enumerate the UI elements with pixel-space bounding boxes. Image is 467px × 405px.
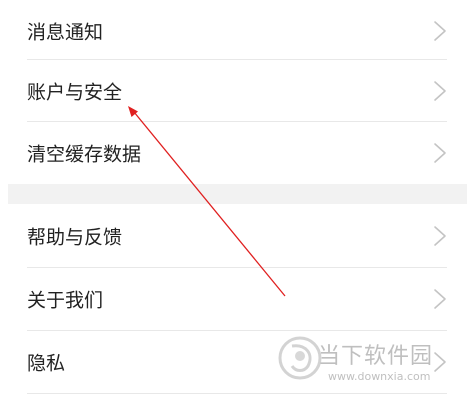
chevron-right-icon [434,81,446,101]
settings-item-notifications[interactable]: 消息通知 [0,0,467,62]
settings-item-label: 账户与安全 [27,81,123,104]
settings-item-clear-cache[interactable]: 清空缓存数据 [0,122,467,184]
chevron-right-icon [434,289,446,309]
settings-item-label: 消息通知 [27,21,104,44]
settings-item-label: 清空缓存数据 [27,143,142,166]
settings-item-about-us[interactable]: 关于我们 [0,268,467,330]
settings-item-label: 关于我们 [27,289,104,312]
chevron-right-icon [434,21,446,41]
settings-item-label: 隐私 [27,352,66,375]
chevron-right-icon [434,352,446,372]
settings-item-label: 帮助与反馈 [27,226,123,249]
settings-item-help-feedback[interactable]: 帮助与反馈 [0,205,467,267]
settings-list: 消息通知 账户与安全 清空缓存数据 帮助与反馈 关于我们 隐私 [0,0,467,405]
divider [27,393,447,394]
settings-item-privacy[interactable]: 隐私 [0,331,467,393]
settings-item-account-security[interactable]: 账户与安全 [0,60,467,122]
chevron-right-icon [434,226,446,246]
section-gap [8,184,467,204]
chevron-right-icon [434,143,446,163]
